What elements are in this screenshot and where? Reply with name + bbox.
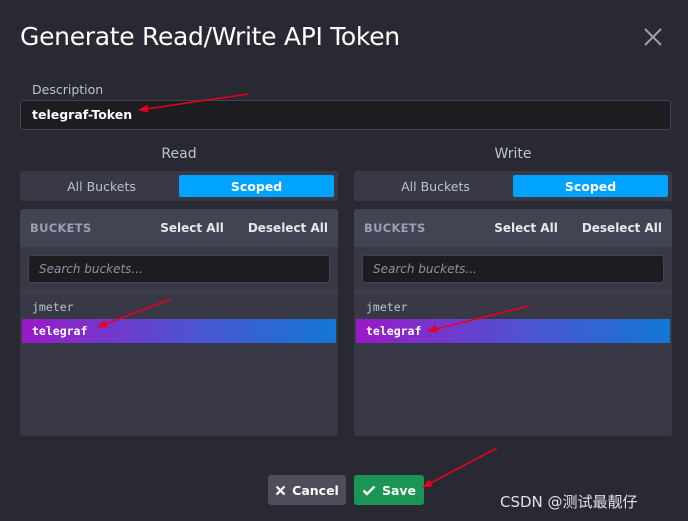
watermark: CSDN @测试最靓仔 bbox=[500, 493, 638, 511]
close-icon bbox=[644, 28, 662, 46]
read-heading: Read bbox=[161, 146, 197, 162]
read-bucket-item-jmeter[interactable]: jmeter bbox=[22, 295, 336, 319]
read-select-all-button[interactable]: Select All bbox=[160, 221, 224, 235]
read-scoped-option[interactable]: Scoped bbox=[179, 175, 334, 197]
save-button-label: Save bbox=[381, 482, 417, 498]
write-scope-toggle: All Buckets Scoped bbox=[354, 171, 672, 201]
read-bucket-header: BUCKETS Select All Deselect All bbox=[20, 209, 338, 247]
description-label: Description bbox=[32, 82, 104, 97]
write-buckets-heading: BUCKETS bbox=[364, 221, 426, 235]
write-bucket-item-telegraf[interactable]: telegraf bbox=[356, 319, 670, 343]
write-all-buckets-option[interactable]: All Buckets bbox=[358, 175, 513, 197]
write-bucket-list: jmeter telegraf bbox=[354, 293, 672, 343]
write-bucket-panel: BUCKETS Select All Deselect All Search b… bbox=[354, 209, 672, 436]
cancel-button[interactable]: Cancel bbox=[268, 475, 346, 505]
description-input[interactable]: telegraf-Token bbox=[20, 100, 671, 130]
checkmark-icon bbox=[362, 485, 376, 496]
cancel-button-label: Cancel bbox=[292, 482, 339, 498]
read-bucket-item-telegraf[interactable]: telegraf bbox=[22, 319, 336, 343]
write-bucket-item-jmeter[interactable]: jmeter bbox=[356, 295, 670, 319]
read-scope-toggle: All Buckets Scoped bbox=[20, 171, 338, 201]
read-bucket-search-input[interactable]: Search buckets... bbox=[28, 255, 330, 283]
write-bucket-header: BUCKETS Select All Deselect All bbox=[354, 209, 672, 247]
write-deselect-all-button[interactable]: Deselect All bbox=[582, 221, 662, 235]
dialog-title: Generate Read/Write API Token bbox=[20, 22, 400, 51]
write-bucket-search-input[interactable]: Search buckets... bbox=[362, 255, 664, 283]
read-bucket-list: jmeter telegraf bbox=[20, 293, 338, 343]
save-button[interactable]: Save bbox=[354, 475, 424, 505]
write-select-all-button[interactable]: Select All bbox=[494, 221, 558, 235]
read-all-buckets-option[interactable]: All Buckets bbox=[24, 175, 179, 197]
close-button[interactable] bbox=[640, 24, 666, 50]
close-icon bbox=[275, 485, 286, 496]
read-bucket-panel: BUCKETS Select All Deselect All Search b… bbox=[20, 209, 338, 436]
write-heading: Write bbox=[494, 146, 532, 162]
write-scoped-option[interactable]: Scoped bbox=[513, 175, 668, 197]
annotation-arrow bbox=[422, 447, 498, 488]
read-deselect-all-button[interactable]: Deselect All bbox=[248, 221, 328, 235]
read-buckets-heading: BUCKETS bbox=[30, 221, 92, 235]
